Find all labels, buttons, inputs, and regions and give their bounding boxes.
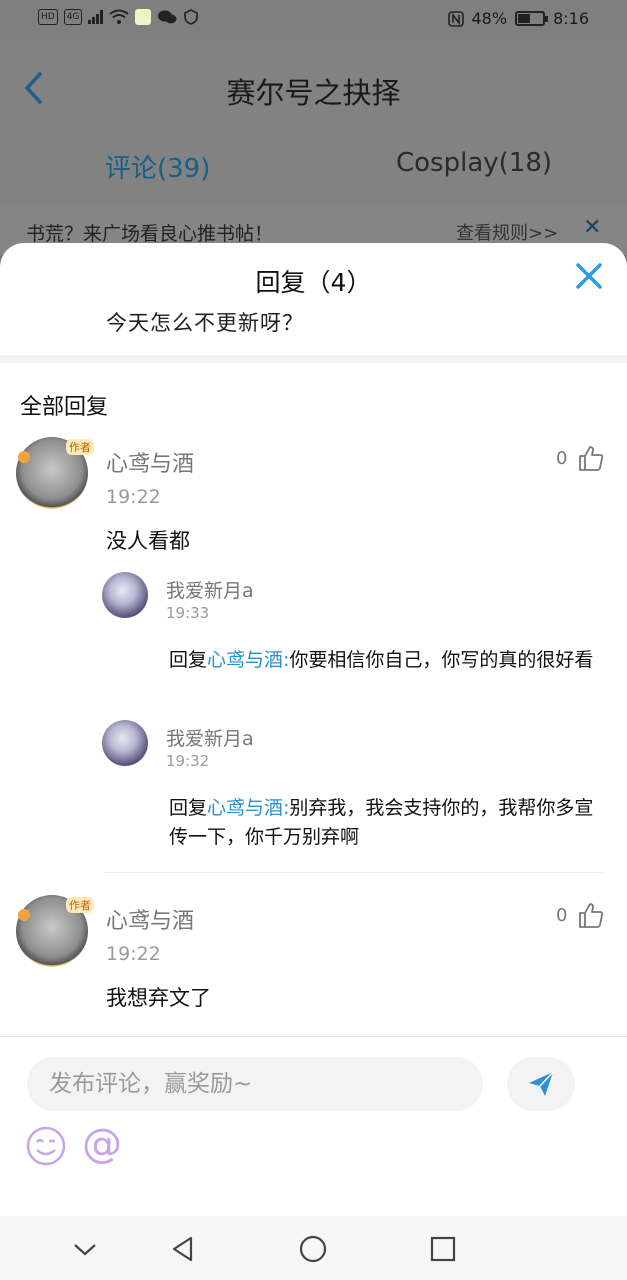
app-header — [0, 40, 627, 205]
reply-text: 你要相信你自己，你写的真的很好看 — [289, 649, 594, 671]
battery-fill — [518, 14, 530, 23]
comment-content: 我想弃文了 — [106, 986, 211, 1010]
like-button[interactable]: 0 — [556, 901, 605, 929]
battery-percent: 48% — [471, 9, 508, 28]
mention-link[interactable]: 心鸢与酒: — [207, 797, 289, 819]
tab-comments[interactable]: 评论(39) — [105, 148, 210, 185]
tab-cosplay[interactable]: Cosplay(18) — [396, 148, 552, 178]
send-icon — [529, 1071, 554, 1096]
at-icon[interactable]: @ — [82, 1121, 122, 1167]
battery-icon — [515, 11, 549, 26]
avatar[interactable] — [102, 720, 148, 766]
status-right: 48% 8:16 — [447, 9, 589, 28]
heart-badge-icon — [18, 909, 30, 921]
emoji-icon[interactable] — [25, 1125, 67, 1167]
nav-down-icon[interactable] — [70, 1234, 100, 1264]
comment-author[interactable]: 心鸢与酒 — [106, 903, 194, 935]
hd-chip: HD — [38, 9, 58, 25]
reply-time: 19:32 — [166, 752, 210, 770]
status-left: HD 4G — [38, 9, 199, 25]
system-nav-bar — [0, 1216, 627, 1280]
avatar[interactable] — [102, 572, 148, 618]
nav-home-icon[interactable] — [298, 1234, 328, 1264]
mention-link[interactable]: 心鸢与酒: — [207, 649, 289, 671]
like-button[interactable]: 0 — [556, 444, 605, 472]
nav-recents-icon[interactable] — [428, 1234, 458, 1264]
comment-time: 19:22 — [106, 943, 161, 965]
like-count: 0 — [556, 904, 568, 926]
section-divider — [0, 355, 627, 363]
nav-back-icon[interactable] — [168, 1234, 198, 1264]
author-badge: 作者 — [66, 897, 94, 913]
comment-content: 没人看都 — [106, 529, 190, 553]
sheet-title: 回复（4） — [255, 268, 372, 297]
original-comment: 今天怎么不更新呀？ — [106, 311, 304, 335]
shield-icon — [184, 9, 199, 25]
reply-time: 19:33 — [166, 604, 210, 622]
comment-input[interactable] — [27, 1057, 483, 1111]
all-replies-label: 全部回复 — [20, 395, 109, 420]
reply-content: 回复心鸢与酒:别弃我，我会支持你的，我帮你多宣传一下，你千万别弃啊 — [169, 794, 599, 852]
page-title: 赛尔号之抉择 — [226, 76, 401, 110]
wechat-icon — [158, 10, 177, 24]
network-type-chip: 4G — [63, 9, 83, 25]
app-notification-icon — [135, 9, 152, 25]
comment-composer: @ — [0, 1036, 627, 1216]
like-icon — [579, 903, 604, 928]
thread-divider — [104, 872, 604, 873]
author-badge: 作者 — [66, 439, 94, 455]
wifi-icon — [109, 9, 130, 24]
view-rules-link[interactable]: 查看规则>> — [456, 219, 558, 245]
avatar[interactable]: 作者 — [16, 895, 94, 967]
send-button[interactable] — [507, 1057, 575, 1111]
close-icon[interactable] — [574, 261, 604, 291]
reply-content: 回复心鸢与酒:你要相信你自己，你写的真的很好看 — [169, 646, 599, 675]
banner-text[interactable]: 书荒？来广场看良心推书帖！ — [26, 219, 273, 246]
status-bar: HD 4G 48% 8:16 — [0, 0, 627, 40]
reply-prefix: 回复 — [169, 797, 208, 819]
reply-prefix: 回复 — [169, 649, 208, 671]
banner-close-icon[interactable]: ✕ — [583, 215, 601, 240]
avatar[interactable]: 作者 — [16, 437, 94, 509]
like-icon — [579, 446, 604, 471]
signal-icon — [88, 10, 104, 24]
heart-badge-icon — [18, 451, 30, 463]
nfc-icon — [447, 10, 464, 27]
comment-time: 19:22 — [106, 486, 161, 508]
like-count: 0 — [556, 447, 568, 469]
reply-author[interactable]: 我爱新月a — [166, 724, 254, 751]
reply-author[interactable]: 我爱新月a — [166, 576, 254, 603]
clock: 8:16 — [553, 9, 589, 28]
comment-author[interactable]: 心鸢与酒 — [106, 446, 194, 478]
